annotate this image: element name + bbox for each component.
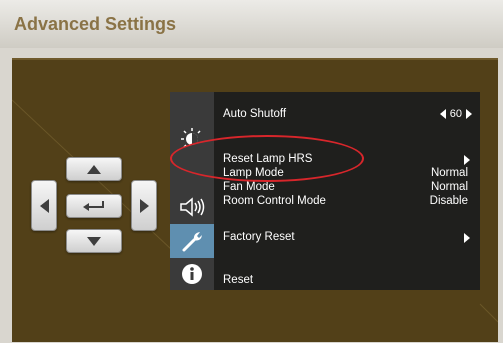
menu-row-fan-mode[interactable]: Fan Mode Normal bbox=[214, 181, 480, 195]
auto-shutoff-value: 60 bbox=[449, 108, 462, 120]
information-category[interactable] bbox=[170, 258, 214, 290]
fan-mode-label: Fan Mode bbox=[223, 181, 275, 193]
chevron-right-icon bbox=[464, 233, 470, 243]
right-arrow-key[interactable] bbox=[131, 180, 157, 231]
enter-key[interactable] bbox=[66, 194, 122, 218]
page-title: Advanced Settings bbox=[14, 14, 177, 34]
left-arrow-icon bbox=[39, 198, 49, 213]
right-arrow-icon bbox=[139, 198, 149, 213]
left-arrow-key[interactable] bbox=[31, 180, 57, 231]
lamp-mode-value: Normal bbox=[430, 167, 468, 179]
audio-category[interactable] bbox=[170, 190, 214, 224]
decrease-arrow-icon[interactable] bbox=[439, 109, 446, 119]
room-control-mode-value: Disable bbox=[429, 195, 468, 207]
advanced-settings-category[interactable] bbox=[170, 224, 214, 258]
increase-arrow-icon[interactable] bbox=[466, 109, 472, 119]
up-arrow-key[interactable] bbox=[66, 157, 122, 181]
auto-shutoff-label: Auto Shutoff bbox=[223, 108, 287, 120]
chevron-right-icon bbox=[464, 155, 470, 165]
up-arrow-icon bbox=[87, 164, 101, 174]
down-arrow-key[interactable] bbox=[66, 229, 122, 253]
menu-row-reset[interactable]: Reset bbox=[214, 274, 480, 288]
enter-icon bbox=[83, 201, 104, 211]
info-icon bbox=[182, 264, 202, 284]
wrench-icon bbox=[182, 232, 202, 252]
menu-row-room-control-mode[interactable]: Room Control Mode Disable bbox=[214, 195, 480, 209]
annotation-oval bbox=[170, 135, 364, 182]
auto-shutoff-stepper[interactable]: 60 bbox=[439, 108, 472, 120]
room-control-mode-label: Room Control Mode bbox=[223, 195, 326, 207]
header-bar: Advanced Settings bbox=[0, 0, 503, 48]
menu-row-auto-shutoff[interactable]: Auto Shutoff 60 bbox=[214, 108, 480, 122]
speaker-icon bbox=[180, 197, 205, 217]
factory-reset-label: Factory Reset bbox=[223, 231, 295, 243]
menu-row-factory-reset[interactable]: Factory Reset bbox=[214, 231, 480, 245]
fan-mode-value: Normal bbox=[430, 181, 468, 193]
category-icon-strip bbox=[170, 92, 214, 290]
reset-label: Reset bbox=[223, 274, 254, 286]
advanced-settings-menu: Auto Shutoff 60 Reset Lamp HRS Lamp Mode… bbox=[214, 92, 480, 290]
down-arrow-icon bbox=[87, 236, 101, 246]
